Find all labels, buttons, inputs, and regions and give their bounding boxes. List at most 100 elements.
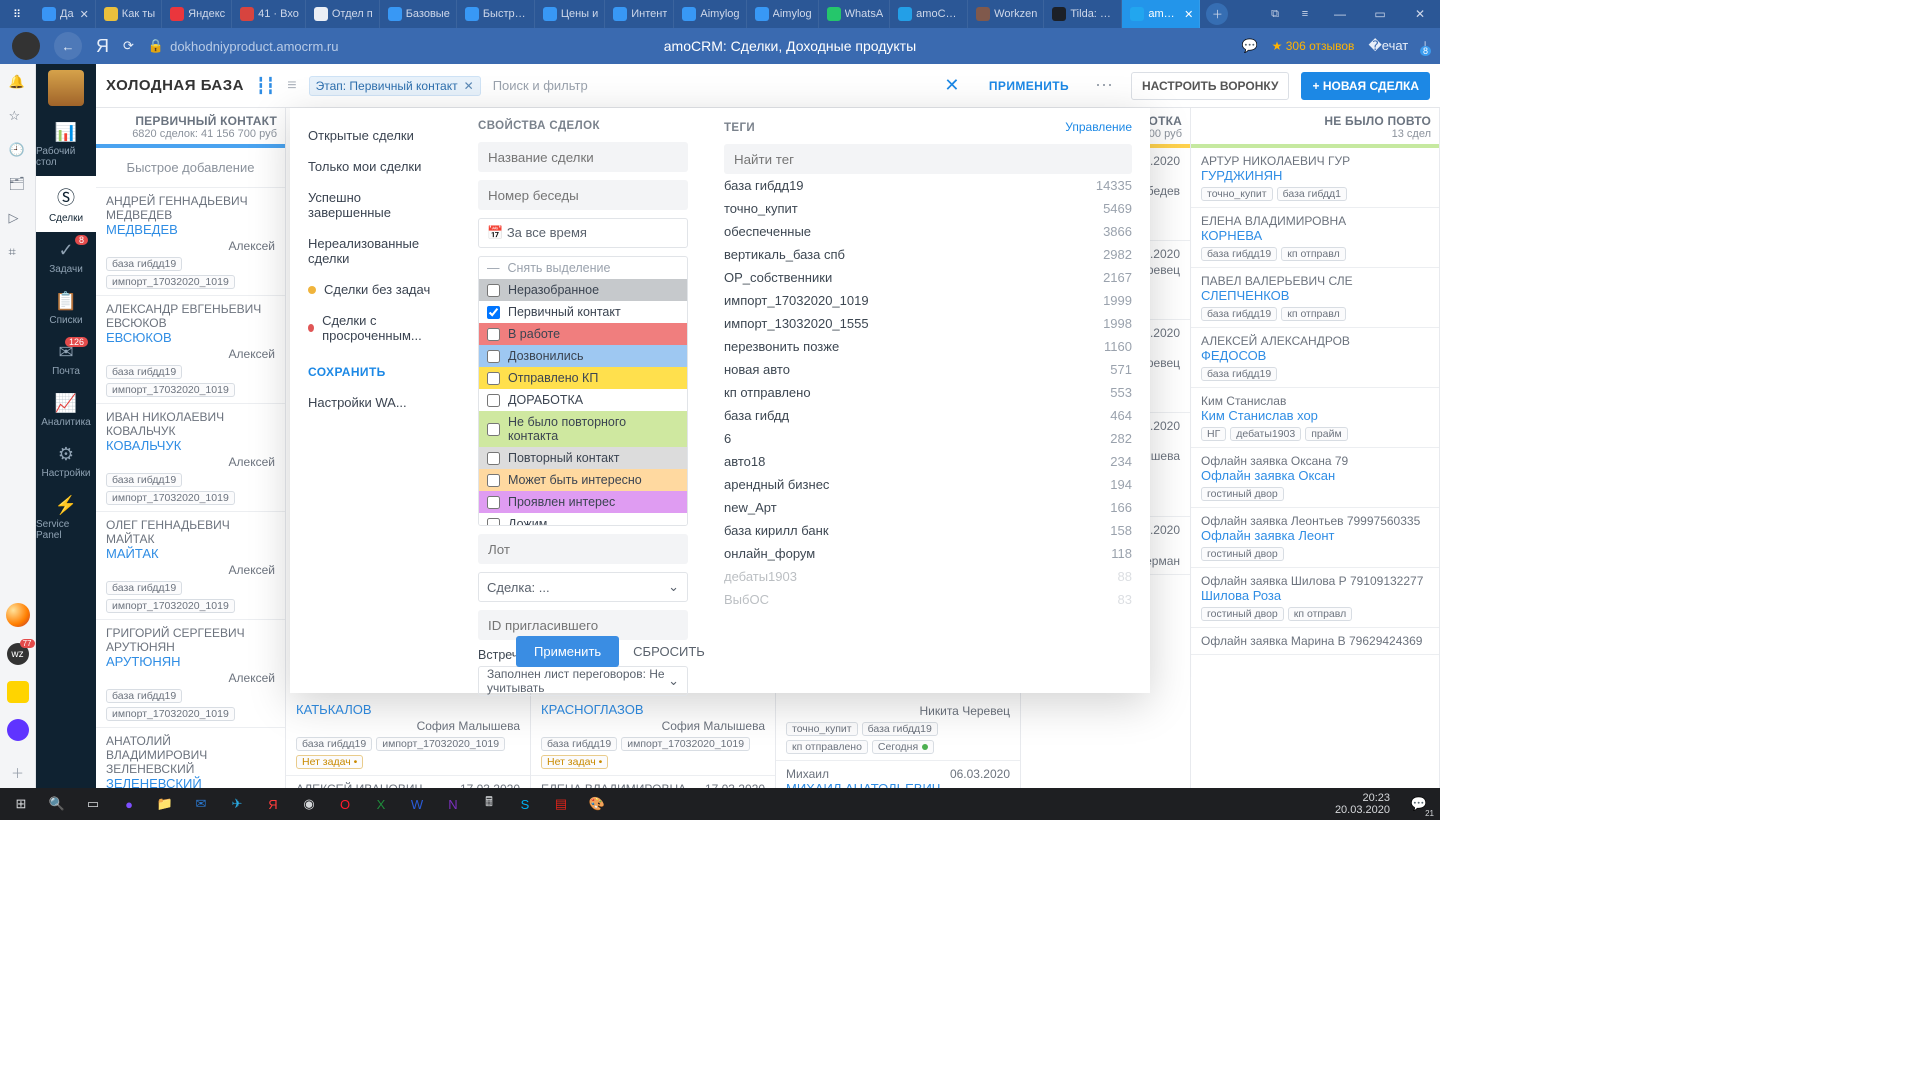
excel-icon[interactable]: X: [364, 790, 398, 818]
apply-button[interactable]: Применить: [516, 636, 619, 667]
deal-card[interactable]: ЕЛЕНА ВЛАДИМИРОВНА КОРНЕВА база гибдд19к…: [1191, 208, 1439, 268]
tag-row[interactable]: 6282: [724, 427, 1132, 450]
play-icon[interactable]: ▷: [9, 210, 27, 228]
apps-icon[interactable]: ⠿: [0, 0, 34, 28]
browser-tab[interactable]: Базовые: [380, 0, 457, 28]
quick-add[interactable]: Быстрое добавление: [96, 148, 285, 188]
tag-row[interactable]: кп отправлено553: [724, 381, 1132, 404]
opera-icon[interactable]: O: [328, 790, 362, 818]
deal-card[interactable]: АНДРЕЙ ГЕННАДЬЕВИЧ МЕДВЕДЕВ МЕДВЕДЕВ Але…: [96, 188, 285, 296]
reset-button[interactable]: СБРОСИТЬ: [633, 636, 705, 667]
preset-option[interactable]: Сделки с просроченным...: [308, 305, 442, 351]
nav-Настройки[interactable]: ⚙Настройки: [36, 436, 96, 487]
deal-card[interactable]: ОЛЕГ ГЕННАДЬЕВИЧ МАЙТАК МАЙТАК Алексей б…: [96, 512, 285, 620]
tag-row[interactable]: точно_купит5469: [724, 197, 1132, 220]
filter-chip-remove[interactable]: ✕: [464, 79, 474, 93]
nav-Почта[interactable]: ✉Почта126: [36, 334, 96, 385]
stage-multiselect[interactable]: —Снять выделение Неразобранное Первичный…: [478, 256, 688, 526]
deal-card[interactable]: Ким Станислав Ким Станислав хор НГдебаты…: [1191, 388, 1439, 448]
nav-Задачи[interactable]: ✓Задачи8: [36, 232, 96, 283]
tag-row[interactable]: арендный бизнес194: [724, 473, 1132, 496]
tag-row[interactable]: база гибдд464: [724, 404, 1132, 427]
clock-icon[interactable]: 🕘: [9, 142, 27, 160]
screenshot-icon[interactable]: ⌗: [9, 244, 27, 262]
crm-logo[interactable]: [48, 70, 84, 106]
deal-card[interactable]: Никита Черевец точно_купитбаза гибдд19кп…: [776, 696, 1020, 761]
deal-card[interactable]: КАТЬКАЛОВ София Малышева база гибдд19имп…: [286, 696, 530, 776]
yabrowser-icon[interactable]: ●: [112, 790, 146, 818]
pipeline-title[interactable]: ХОЛОДНАЯ БАЗА: [106, 77, 244, 94]
new-deal-button[interactable]: + НОВАЯ СДЕЛКА: [1301, 72, 1430, 100]
telegram-icon[interactable]: ✈: [220, 790, 254, 818]
deal-card[interactable]: ГРИГОРИЙ СЕРГЕЕВИЧ АРУТЮНЯН АРУТЮНЯН Але…: [96, 620, 285, 728]
deal-card[interactable]: Офлайн заявка Леонтьев 79997560335 Офлай…: [1191, 508, 1439, 568]
stage-option[interactable]: Может быть интересно: [479, 469, 687, 491]
browser-tab[interactable]: Интент: [605, 0, 674, 28]
deal-card[interactable]: Офлайн заявка Марина В 79629424369: [1191, 628, 1439, 655]
tag-row[interactable]: ВыбОС83: [724, 588, 1132, 611]
date-range-select[interactable]: 📅 За все время: [478, 218, 688, 248]
bookmark-icon[interactable]: �ечат: [1368, 38, 1408, 54]
taskview-icon[interactable]: ▭: [76, 790, 110, 818]
menu-icon[interactable]: ≡: [1290, 0, 1320, 28]
browser-tab[interactable]: 41 · Вхо: [232, 0, 306, 28]
assistant-orb[interactable]: [6, 603, 30, 627]
copy-tab-icon[interactable]: ⧉: [1260, 0, 1290, 28]
filter-chip[interactable]: Этап: Первичный контакт ✕: [309, 76, 481, 96]
skype-icon[interactable]: S: [508, 790, 542, 818]
close-window-button[interactable]: ✕: [1400, 0, 1440, 28]
cards-icon[interactable]: 🗂: [9, 176, 27, 194]
pdf-icon[interactable]: ▤: [544, 790, 578, 818]
reload-button[interactable]: ⟳: [123, 38, 134, 54]
calc-icon[interactable]: 🖩: [472, 790, 506, 818]
browser-tab[interactable]: amoCR✕: [1122, 0, 1200, 28]
yandex-square-icon[interactable]: [7, 681, 29, 703]
deal-card[interactable]: АРТУР НИКОЛАЕВИЧ ГУР ГУРДЖИНЯН точно_куп…: [1191, 148, 1439, 208]
back-button[interactable]: ←: [54, 32, 82, 60]
more-icon[interactable]: ⋯: [1089, 75, 1119, 96]
browser-tab[interactable]: Быстрый: [457, 0, 535, 28]
stage-option[interactable]: Дожим: [479, 513, 687, 526]
start-button[interactable]: ⊞: [4, 790, 38, 818]
tag-row[interactable]: авто18234: [724, 450, 1132, 473]
deal-card[interactable]: АЛЕКСЕЙ АЛЕКСАНДРОВ ФЕДОСОВ база гибдд19: [1191, 328, 1439, 388]
browser-tab[interactable]: Отдел п: [306, 0, 380, 28]
stage-option[interactable]: В работе: [479, 323, 687, 345]
save-filter-button[interactable]: СОХРАНИТЬ: [308, 351, 442, 387]
clear-search-button[interactable]: ✕: [935, 69, 969, 103]
stage-option[interactable]: Неразобранное: [479, 279, 687, 301]
deal-card[interactable]: Офлайн заявка Оксана 79 Офлайн заявка Ок…: [1191, 448, 1439, 508]
workzen-icon[interactable]: wz77: [7, 643, 29, 665]
bell-icon[interactable]: 🔔: [9, 74, 27, 92]
tag-row[interactable]: дебаты190388: [724, 565, 1132, 588]
stage-option[interactable]: Отправлено КП: [479, 367, 687, 389]
preset-option[interactable]: Только мои сделки: [308, 151, 442, 182]
tag-row[interactable]: ОР_собственники2167: [724, 266, 1132, 289]
browser-tab[interactable]: Цены и: [535, 0, 605, 28]
stage-option[interactable]: Не было повторного контакта: [479, 411, 687, 447]
word-icon[interactable]: W: [400, 790, 434, 818]
deal-card[interactable]: КРАСНОГЛАЗОВ София Малышева база гибдд19…: [531, 696, 775, 776]
search-icon[interactable]: 🔍: [40, 790, 74, 818]
star-icon[interactable]: ☆: [9, 108, 27, 126]
deal-name-input[interactable]: [478, 142, 688, 172]
deal-card[interactable]: ЕЛЕНА ВЛАДИМИРОВНА СТАРИКОВА17.03.2020 С…: [531, 776, 775, 788]
add-panel-button[interactable]: ＋: [11, 763, 24, 782]
deal-select[interactable]: Сделка: ...⌄: [478, 572, 688, 602]
browser-tab[interactable]: amoCRM: [890, 0, 968, 28]
tag-row[interactable]: перезвонить позже1160: [724, 335, 1132, 358]
browser-tab[interactable]: Tilda: CR: [1044, 0, 1122, 28]
chat-icon[interactable]: 💬: [1241, 38, 1257, 54]
configure-funnel-button[interactable]: НАСТРОИТЬ ВОРОНКУ: [1131, 72, 1289, 100]
deselect-all[interactable]: Снять выделение: [508, 261, 611, 275]
tray-clock[interactable]: 20:23 20.03.2020: [1325, 792, 1400, 816]
nav-Аналитика[interactable]: 📈Аналитика: [36, 385, 96, 436]
outlook-icon[interactable]: ✉: [184, 790, 218, 818]
deal-card[interactable]: АЛЕКСЕЙ ИВАНОВИЧ ВАРЗАРЬ17.03.2020 ВАРЗА…: [286, 776, 530, 788]
browser-tab[interactable]: Как ты: [96, 0, 162, 28]
nav-Списки[interactable]: 📋Списки: [36, 283, 96, 334]
stage-option[interactable]: Проявлен интерес: [479, 491, 687, 513]
pipeline-switch-icon[interactable]: ┇┇: [256, 76, 275, 96]
tag-row[interactable]: база гибдд1914335: [724, 174, 1132, 197]
chrome-icon[interactable]: ◉: [292, 790, 326, 818]
